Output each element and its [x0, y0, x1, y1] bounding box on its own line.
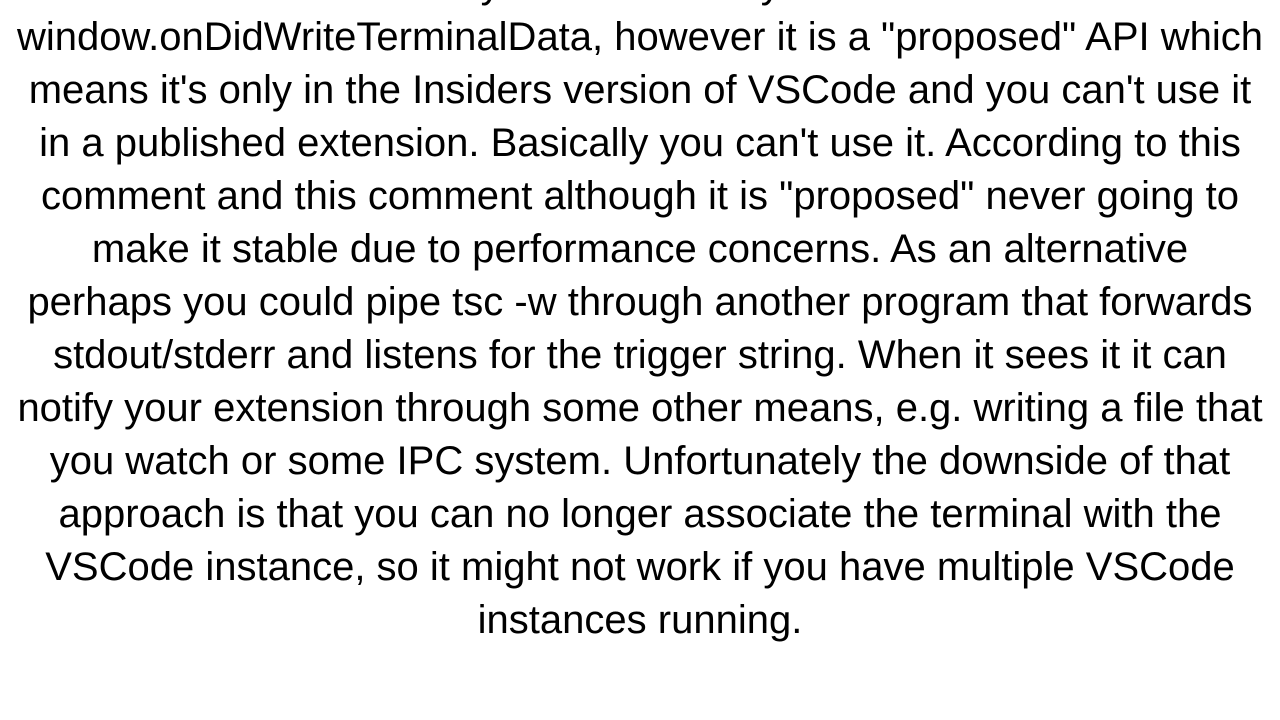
answer-body-text: Answer 1: Unfortunately there is no way.… — [15, 0, 1265, 647]
document-viewport: Answer 1: Unfortunately there is no way.… — [0, 0, 1280, 720]
